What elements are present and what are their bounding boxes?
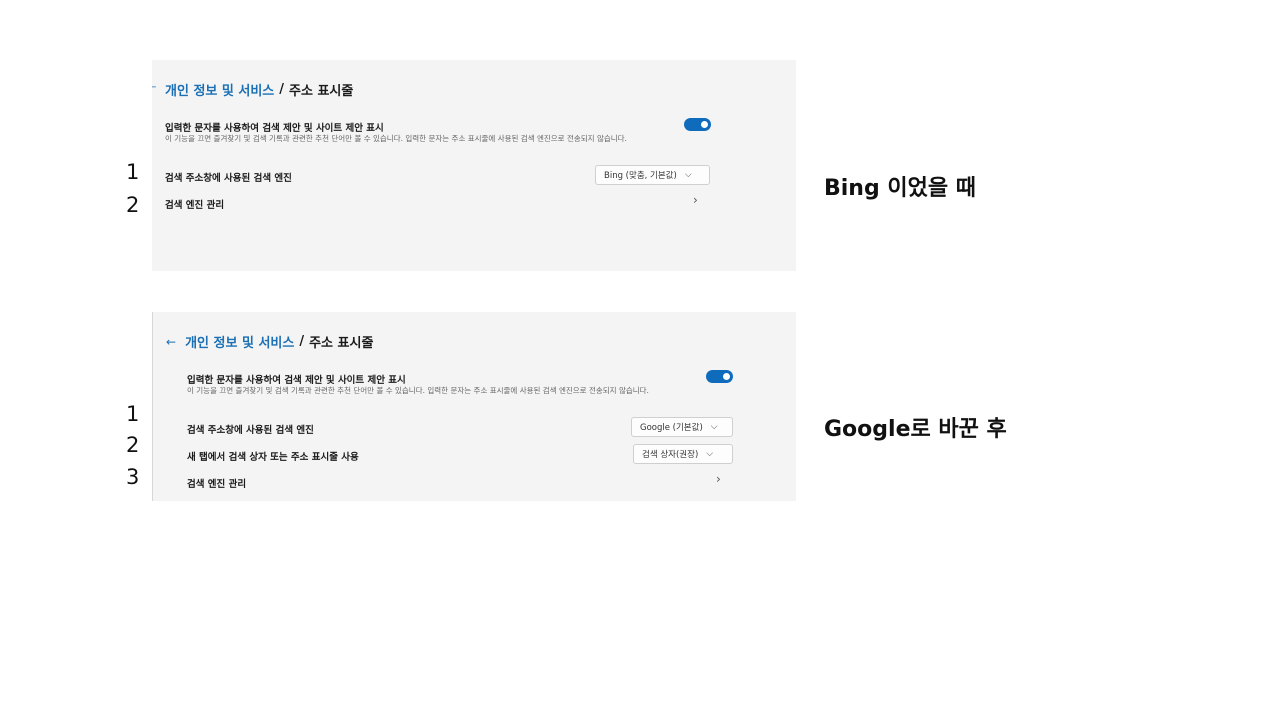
page-title: 주소 표시줄 bbox=[289, 84, 354, 99]
manage-engines-label[interactable]: 검색 엔진 관리 bbox=[165, 197, 224, 211]
toggle-knob bbox=[723, 373, 730, 380]
toggle-knob bbox=[701, 121, 708, 128]
breadcrumb-link-privacy[interactable]: 개인 정보 및 서비스 bbox=[185, 332, 294, 351]
suggestions-setting-title: 입력한 문자를 사용하여 검색 제안 및 사이트 제안 표시 bbox=[187, 375, 406, 386]
manage-engines-label[interactable]: 검색 엔진 관리 bbox=[187, 476, 246, 490]
breadcrumb: ← 개인 정보 및 서비스 / 주소 표시줄 bbox=[166, 332, 373, 351]
new-tab-setting-label: 새 탭에서 검색 상자 또는 주소 표시줄 사용 bbox=[187, 452, 359, 463]
suggestions-toggle[interactable] bbox=[706, 370, 733, 383]
row-number: 2 bbox=[126, 433, 140, 457]
breadcrumb-separator: / bbox=[279, 82, 285, 97]
suggestions-setting-description: 이 기능을 끄면 즐겨찾기 및 검색 기록과 관련한 추천 단어만 볼 수 있습… bbox=[165, 134, 627, 143]
search-engine-setting-label: 검색 주소창에 사용된 검색 엔진 bbox=[187, 425, 314, 436]
search-engine-selected: Google (기본값) bbox=[640, 423, 703, 433]
settings-panel-after: ← 개인 정보 및 서비스 / 주소 표시줄 입력한 문자를 사용하여 검색 제… bbox=[152, 312, 796, 501]
suggestions-toggle[interactable] bbox=[684, 118, 711, 131]
chevron-down-icon: ⌵ bbox=[684, 170, 692, 180]
settings-panel-before: ← 개인 정보 및 서비스 / 주소 표시줄 입력한 문자를 사용하여 검색 제… bbox=[152, 60, 796, 271]
row-number: 3 bbox=[126, 465, 140, 489]
arrow-left-icon[interactable]: ← bbox=[166, 335, 176, 349]
chevron-down-icon: ⌵ bbox=[710, 422, 718, 432]
chevron-right-icon[interactable]: › bbox=[716, 472, 721, 486]
breadcrumb: 개인 정보 및 서비스 / 주소 표시줄 bbox=[165, 80, 353, 99]
search-engine-setting-label: 검색 주소창에 사용된 검색 엔진 bbox=[165, 173, 292, 184]
chevron-right-icon[interactable]: › bbox=[693, 193, 698, 207]
suggestions-setting-description: 이 기능을 끄면 즐겨찾기 및 검색 기록과 관련한 추천 단어만 볼 수 있습… bbox=[187, 386, 649, 395]
breadcrumb-link-privacy[interactable]: 개인 정보 및 서비스 bbox=[165, 80, 274, 99]
page-title: 주소 표시줄 bbox=[309, 336, 374, 351]
caption-before: Bing 이었을 때 bbox=[824, 176, 976, 201]
row-number: 2 bbox=[126, 193, 140, 217]
back-arrow-icon[interactable]: ← bbox=[152, 82, 156, 93]
new-tab-selected: 검색 상자(권장) bbox=[642, 450, 699, 460]
chevron-down-icon: ⌵ bbox=[706, 449, 714, 459]
search-engine-selected: Bing (맞춤, 기본값) bbox=[604, 171, 677, 181]
caption-after: Google로 바꾼 후 bbox=[824, 417, 1007, 442]
search-engine-dropdown[interactable]: Google (기본값) ⌵ bbox=[631, 417, 733, 437]
row-number: 1 bbox=[126, 160, 140, 184]
suggestions-setting-title: 입력한 문자를 사용하여 검색 제안 및 사이트 제안 표시 bbox=[165, 123, 384, 134]
search-engine-dropdown[interactable]: Bing (맞춤, 기본값) ⌵ bbox=[595, 165, 710, 185]
breadcrumb-separator: / bbox=[299, 334, 305, 349]
row-number: 1 bbox=[126, 402, 140, 426]
new-tab-dropdown[interactable]: 검색 상자(권장) ⌵ bbox=[633, 444, 733, 464]
